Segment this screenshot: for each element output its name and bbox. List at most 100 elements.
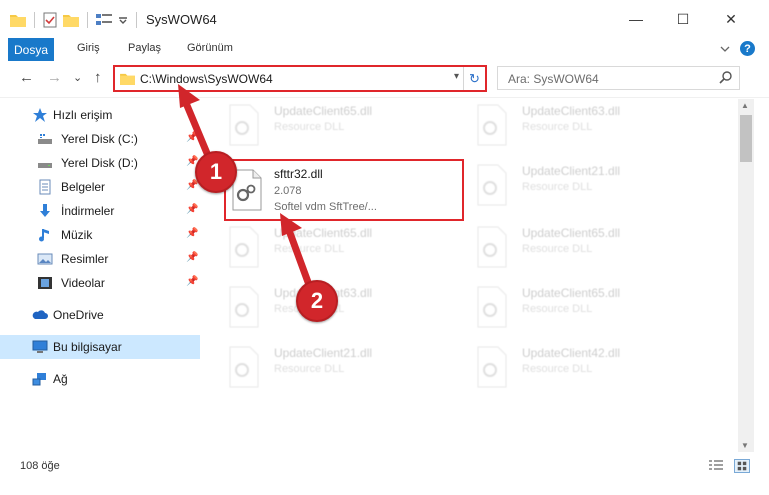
drive-icon	[38, 134, 52, 144]
refresh-icon[interactable]: ↻	[463, 67, 485, 90]
file-item[interactable]: UpdateClient42.dll Resource DLL	[458, 341, 698, 391]
pictures-icon	[37, 253, 53, 265]
expand-ribbon-icon[interactable]	[720, 45, 730, 53]
divider	[136, 12, 137, 28]
vertical-scrollbar[interactable]: ▲ ▼	[738, 99, 754, 452]
sidebar-item-label: İndirmeler	[61, 204, 115, 218]
tab-share[interactable]: Paylaş	[128, 42, 161, 54]
file-item[interactable]: UpdateClient65.dll Resource DLL	[210, 99, 450, 149]
file-name: UpdateClient65.dll	[274, 226, 373, 240]
scroll-up-icon[interactable]: ▲	[741, 101, 749, 110]
new-folder-icon[interactable]	[63, 13, 79, 27]
window-title: SysWOW64	[146, 12, 217, 27]
properties-icon[interactable]	[43, 12, 57, 28]
help-icon[interactable]: ?	[740, 41, 755, 56]
search-box[interactable]: Ara: SysWOW64	[497, 66, 740, 90]
sidebar-item-onedrive[interactable]: OneDrive	[0, 303, 200, 327]
videos-icon	[38, 277, 52, 289]
sidebar-item-label: Videolar	[61, 276, 105, 290]
file-item[interactable]: UpdateClient21.dll Resource DLL	[458, 159, 698, 209]
address-path[interactable]: C:\Windows\SysWOW64	[140, 72, 273, 86]
file-item[interactable]: UpdateClient65.dll Resource DLL	[210, 221, 450, 271]
file-description: Resource DLL	[522, 363, 593, 375]
callout-step-2: 2	[296, 280, 338, 322]
sidebar-item-quick-access[interactable]: Hızlı erişim	[0, 103, 200, 127]
dll-file-icon	[229, 104, 259, 146]
sidebar-item-local-disk-d[interactable]: Yerel Disk (D:) 📌	[0, 151, 200, 175]
maximize-button[interactable]: ☐	[660, 0, 706, 38]
file-item[interactable]: UpdateClient63.dll Resource DLL	[458, 99, 698, 149]
sidebar-item-label: Hızlı erişim	[53, 108, 113, 122]
file-name: sfttr32.dll	[274, 167, 323, 181]
file-version: 2.078	[274, 185, 302, 197]
back-button[interactable]: ←	[19, 69, 34, 86]
recent-locations-button[interactable]: ⌄	[73, 71, 82, 84]
file-item[interactable]: UpdateClient65.dll Resource DLL	[458, 281, 698, 331]
file-item-sfttr32[interactable]: sfttr32.dll 2.078 Softel vdm SftTree/...	[224, 159, 464, 221]
file-description: Softel vdm SftTree/...	[274, 201, 377, 213]
address-dropdown-icon[interactable]: ▾	[454, 71, 459, 82]
scroll-down-icon[interactable]: ▼	[741, 441, 749, 450]
file-name: UpdateClient65.dll	[522, 226, 621, 240]
file-item[interactable]: UpdateClient21.dll Resource DLL	[210, 341, 450, 391]
file-name: UpdateClient42.dll	[522, 346, 621, 360]
file-name: UpdateClient21.dll	[274, 346, 373, 360]
sidebar-item-label: Yerel Disk (D:)	[61, 156, 138, 170]
search-icon[interactable]	[719, 70, 733, 84]
search-input[interactable]: Ara: SysWOW64	[508, 72, 599, 86]
minimize-button[interactable]: —	[613, 0, 659, 38]
tab-file[interactable]: Dosya	[8, 38, 54, 61]
network-icon	[32, 373, 46, 386]
computer-icon	[32, 340, 48, 353]
view-options-icon[interactable]	[96, 13, 112, 27]
sidebar-item-videos[interactable]: Videolar 📌	[0, 271, 200, 295]
sidebar-item-local-disk-c[interactable]: Yerel Disk (C:) 📌	[0, 127, 200, 151]
sidebar-item-label: Bu bilgisayar	[53, 340, 122, 354]
up-button[interactable]: ↑	[94, 69, 102, 86]
dll-file-icon	[477, 226, 507, 268]
download-icon	[40, 204, 50, 217]
title-bar: SysWOW64 — ☐ ✕	[0, 0, 769, 38]
large-icons-view-icon[interactable]	[734, 459, 750, 473]
file-description: Resource DLL	[274, 121, 345, 133]
file-name: UpdateClient65.dll	[522, 286, 621, 300]
sidebar-item-label: Belgeler	[61, 180, 106, 194]
file-description: Resource DLL	[522, 243, 593, 255]
tab-view[interactable]: Görünüm	[187, 42, 233, 54]
sidebar-item-label: OneDrive	[53, 308, 104, 322]
address-bar[interactable]: C:\Windows\SysWOW64 ▾ ↻	[113, 65, 487, 92]
music-icon	[39, 229, 49, 242]
dll-file-icon	[477, 286, 507, 328]
sidebar-item-documents[interactable]: Belgeler 📌	[0, 175, 200, 199]
file-description: Resource DLL	[522, 303, 593, 315]
sidebar-item-downloads[interactable]: İndirmeler 📌	[0, 199, 200, 223]
customize-toolbar-icon[interactable]	[118, 15, 128, 25]
dll-file-icon	[229, 286, 259, 328]
details-view-icon[interactable]	[708, 459, 724, 473]
sidebar-item-this-pc[interactable]: Bu bilgisayar	[0, 335, 200, 359]
cloud-icon	[32, 310, 48, 319]
ribbon-tabs: Dosya Giriş Paylaş Görünüm ?	[0, 38, 769, 61]
documents-icon	[39, 179, 51, 195]
sidebar-item-network[interactable]: Ağ	[0, 367, 200, 391]
dll-file-icon	[477, 104, 507, 146]
folder-icon	[10, 15, 26, 27]
pin-icon[interactable]: 📌	[186, 252, 198, 263]
sidebar-item-label: Müzik	[61, 228, 93, 242]
pin-icon[interactable]: 📌	[186, 204, 198, 215]
pin-icon[interactable]: 📌	[186, 132, 198, 143]
close-button[interactable]: ✕	[708, 0, 754, 38]
callout-step-1: 1	[195, 151, 237, 193]
file-name: UpdateClient21.dll	[522, 164, 621, 178]
sidebar-item-music[interactable]: Müzik 📌	[0, 223, 200, 247]
forward-button[interactable]: →	[47, 69, 62, 86]
pin-icon[interactable]: 📌	[186, 276, 198, 287]
file-item[interactable]: UpdateClient65.dll Resource DLL	[458, 221, 698, 271]
dll-file-icon	[477, 164, 507, 206]
scroll-thumb[interactable]	[740, 115, 752, 162]
sidebar-item-pictures[interactable]: Resimler 📌	[0, 247, 200, 271]
file-description: Resource DLL	[522, 181, 593, 193]
tab-home[interactable]: Giriş	[77, 42, 100, 54]
dll-file-icon	[477, 346, 507, 388]
pin-icon[interactable]: 📌	[186, 228, 198, 239]
